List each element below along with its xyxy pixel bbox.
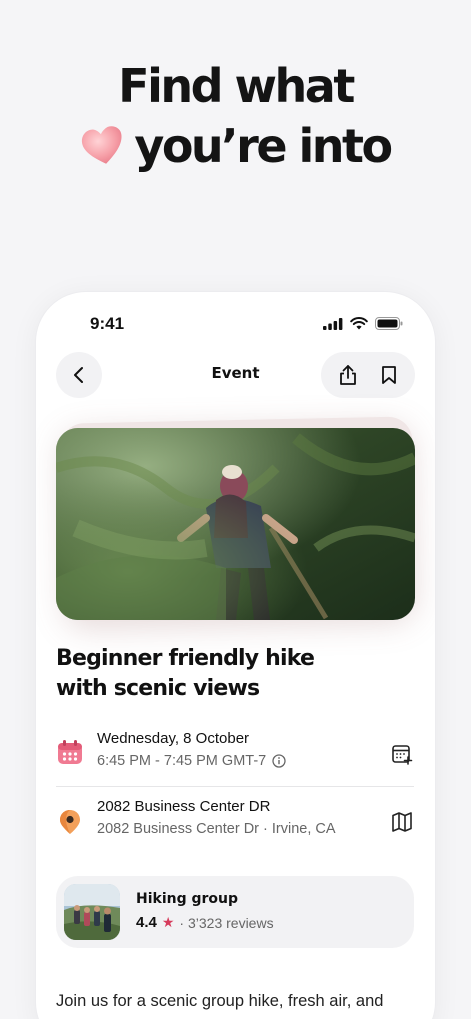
- headline-line1: Find what: [118, 59, 355, 113]
- action-pill: [321, 352, 415, 398]
- heart-icon: [82, 126, 122, 164]
- group-thumbnail: [64, 884, 120, 940]
- info-icon[interactable]: [272, 754, 286, 768]
- headline: Find what you’re into: [0, 56, 471, 181]
- location-row-text: 2082 Business Center DR 2082 Business Ce…: [97, 798, 336, 837]
- group-reviews: · 3’323 reviews: [179, 914, 274, 931]
- divider: [56, 786, 414, 787]
- group-meta: 4.4 ★ · 3’323 reviews: [136, 914, 274, 931]
- calendar-icon: [58, 740, 82, 764]
- signal-icon: [323, 317, 343, 330]
- phone-frame: 9:41 Event Beginner friendly hike with s…: [36, 292, 435, 1019]
- location-pin-icon: [60, 810, 80, 834]
- bookmark-icon[interactable]: [380, 365, 398, 385]
- group-rating: 4.4: [136, 914, 157, 931]
- group-name: Hiking group: [136, 891, 239, 907]
- headline-line2-wrap: you’re into: [80, 116, 393, 176]
- event-time-line: 6:45 PM - 7:45 PM GMT-7: [97, 753, 286, 769]
- wifi-icon: [350, 317, 368, 330]
- add-to-calendar-icon[interactable]: [390, 742, 414, 766]
- status-icons: [323, 317, 403, 330]
- share-icon[interactable]: [338, 364, 358, 386]
- map-icon[interactable]: [390, 810, 414, 834]
- date-row-text: Wednesday, 8 October 6:45 PM - 7:45 PM G…: [97, 730, 286, 769]
- location-address: 2082 Business Center Dr · Irvine, CA: [97, 821, 336, 837]
- event-date: Wednesday, 8 October: [97, 730, 250, 747]
- headline-line2: you’re into: [134, 119, 393, 173]
- status-time: 9:41: [90, 314, 125, 333]
- hero-image: [56, 428, 415, 620]
- star-icon: ★: [161, 914, 175, 930]
- event-description: Join us for a scenic group hike, fresh a…: [56, 992, 384, 1010]
- group-card[interactable]: Hiking group 4.4 ★ · 3’323 reviews: [56, 876, 414, 948]
- event-time: 6:45 PM - 7:45 PM GMT-7: [97, 753, 267, 769]
- battery-icon: [375, 317, 403, 330]
- location-name: 2082 Business Center DR: [97, 798, 271, 815]
- event-title: Beginner friendly hike with scenic views: [56, 646, 315, 701]
